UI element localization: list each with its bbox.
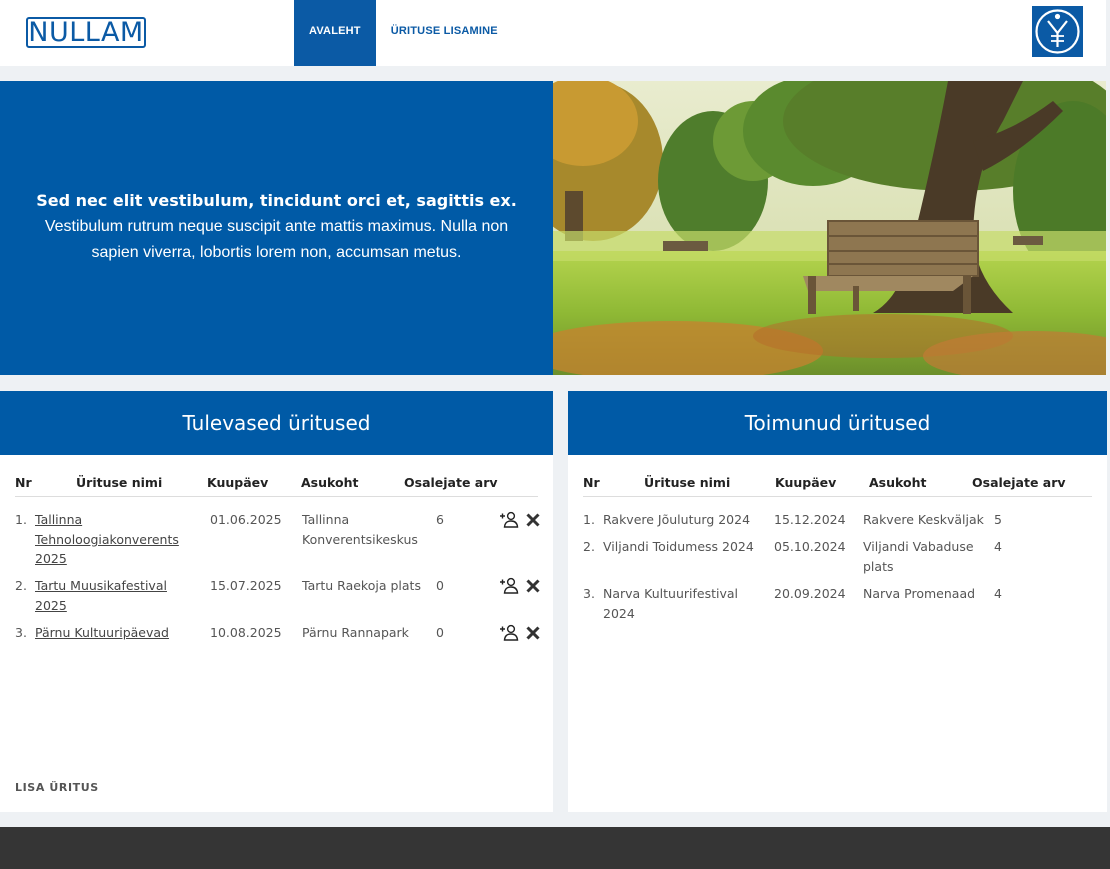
main-nav: AVALEHT ÜRITUSE LISAMINE bbox=[294, 0, 513, 66]
hero-title: Sed nec elit vestibulum, tincidunt orci … bbox=[36, 190, 517, 210]
row-name: Pärnu Kultuuripäevad bbox=[35, 623, 200, 643]
row-name: Rakvere Jõuluturg 2024 bbox=[603, 512, 751, 527]
row-nr: 3. bbox=[583, 586, 595, 601]
add-event-link[interactable]: LISA ÜRITUS bbox=[15, 781, 99, 794]
row-nr: 2. bbox=[15, 578, 27, 593]
delete-icon[interactable] bbox=[525, 577, 541, 595]
row-place: Tallinna Konverentsikeskus bbox=[302, 512, 418, 547]
row-nr: 1. bbox=[583, 512, 595, 527]
top-header: NULLAM AVALEHT ÜRITUSE LISAMINE bbox=[0, 0, 1106, 66]
row-place: Pärnu Rannapark bbox=[302, 625, 409, 640]
tick-emblem-icon bbox=[1032, 6, 1083, 57]
col-count: Osalejate arv bbox=[972, 475, 1066, 490]
nav-urituse-lisamine[interactable]: ÜRITUSE LISAMINE bbox=[376, 0, 513, 66]
row-name: Tartu Muusikafestival 2025 bbox=[35, 576, 195, 615]
delete-icon[interactable] bbox=[525, 624, 541, 642]
event-link[interactable]: Tartu Muusikafestival 2025 bbox=[35, 578, 167, 613]
panel-title: Tulevased üritused bbox=[0, 391, 553, 455]
row-date: 01.06.2025 bbox=[210, 512, 282, 527]
row-count: 0 bbox=[436, 625, 444, 640]
hero-subtitle: Vestibulum rutrum neque suscipit ante ma… bbox=[44, 217, 509, 261]
row-date: 15.12.2024 bbox=[774, 512, 846, 527]
row-nr: 2. bbox=[583, 539, 595, 554]
row-date: 15.07.2025 bbox=[210, 578, 282, 593]
row-place: Rakvere Keskväljak bbox=[863, 512, 984, 527]
table-header: Nr Ürituse nimi Kuupäev Asukoht Osalejat… bbox=[15, 473, 538, 497]
row-date: 10.08.2025 bbox=[210, 625, 282, 640]
col-name: Ürituse nimi bbox=[644, 475, 731, 490]
row-count: 4 bbox=[994, 586, 1002, 601]
upcoming-events-panel: Tulevased üritused Nr Ürituse nimi Kuupä… bbox=[0, 391, 553, 812]
col-place: Asukoht bbox=[869, 475, 927, 490]
col-nr: Nr bbox=[583, 475, 600, 490]
nav-avaleht[interactable]: AVALEHT bbox=[294, 0, 376, 66]
add-participant-icon[interactable] bbox=[499, 577, 519, 595]
event-link[interactable]: Pärnu Kultuuripäevad bbox=[35, 625, 169, 640]
row-date: 20.09.2024 bbox=[774, 586, 846, 601]
col-count: Osalejate arv bbox=[404, 475, 498, 490]
delete-icon[interactable] bbox=[525, 511, 541, 529]
row-count: 4 bbox=[994, 539, 1002, 554]
row-name: Tallinna Tehnoloogiakonverents 2025 bbox=[35, 510, 195, 569]
col-name: Ürituse nimi bbox=[76, 475, 163, 490]
row-place: Narva Promenaad bbox=[863, 586, 976, 601]
col-place: Asukoht bbox=[301, 475, 359, 490]
park-bench-image bbox=[553, 81, 1106, 375]
row-name: Viljandi Toidumess 2024 bbox=[603, 539, 754, 554]
col-date: Kuupäev bbox=[775, 475, 837, 490]
col-nr: Nr bbox=[15, 475, 32, 490]
row-count: 5 bbox=[994, 512, 1002, 527]
row-place: Viljandi Vabaduse plats bbox=[863, 539, 974, 574]
nullam-logo[interactable]: NULLAM bbox=[26, 17, 146, 48]
row-nr: 3. bbox=[15, 625, 27, 640]
add-participant-icon[interactable] bbox=[499, 511, 519, 529]
page-footer bbox=[0, 827, 1110, 869]
row-nr: 1. bbox=[15, 512, 27, 527]
event-link[interactable]: Tallinna Tehnoloogiakonverents 2025 bbox=[35, 512, 179, 566]
panel-title: Toimunud üritused bbox=[568, 391, 1107, 455]
add-participant-icon[interactable] bbox=[499, 624, 519, 642]
row-count: 0 bbox=[436, 578, 444, 593]
past-events-panel: Toimunud üritused Nr Ürituse nimi Kuupäe… bbox=[568, 391, 1107, 812]
table-header: Nr Ürituse nimi Kuupäev Asukoht Osalejat… bbox=[583, 473, 1092, 497]
row-place: Tartu Raekoja plats bbox=[302, 578, 421, 593]
row-name: Narva Kultuurifestival 2024 bbox=[603, 586, 739, 621]
col-date: Kuupäev bbox=[207, 475, 269, 490]
row-date: 05.10.2024 bbox=[774, 539, 846, 554]
hero-banner: Sed nec elit vestibulum, tincidunt orci … bbox=[0, 81, 553, 375]
row-count: 6 bbox=[436, 512, 444, 527]
